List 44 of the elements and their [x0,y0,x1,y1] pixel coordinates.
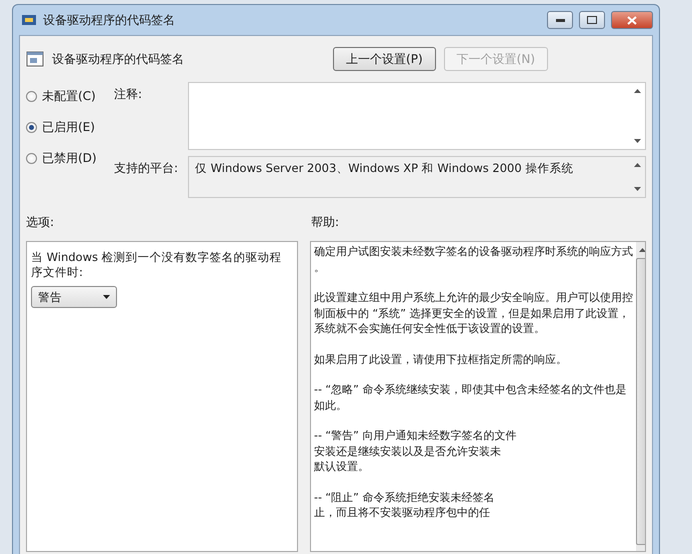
minimize-icon [556,18,564,22]
minimize-button[interactable] [547,11,573,29]
policy-setting-icon [26,50,44,68]
scroll-down-icon[interactable] [634,139,640,143]
previous-setting-button[interactable]: 上一个设置(P) [333,47,436,71]
help-text-line: 确定用户试图安装未经数字签名的设备驱动程序时系统的响应方式 [314,244,633,260]
scrollbar-thumb[interactable] [636,258,645,545]
help-text-line: 默认设置。 [314,459,370,474]
caret-icon [103,295,110,299]
scroll-up-icon[interactable] [634,89,640,93]
help-text-line: 安装还是继续安装以及是否允许安装未 [314,444,502,459]
comment-field[interactable] [188,82,646,150]
options-label: 选项: [26,214,56,231]
help-text-line: 如此。 [314,398,348,413]
radio-button[interactable] [26,153,37,164]
help-text-line: 此设置建立组中用户系统上允许的最少安全响应。用户可以使用控 [314,290,633,306]
radio-button[interactable] [26,91,37,102]
close-icon [627,16,637,24]
platform-field: 仅 Windows Server 2003、Windows XP 和 Windows 2000 操作系统 [188,156,646,198]
radio-option[interactable]: 未配置(C) [26,88,110,105]
scroll-up-icon[interactable] [638,248,645,252]
response-dropdown[interactable]: 警告 [31,286,117,308]
help-text-line: 止，而且将不安装驱动程序包中的任 [314,505,491,520]
platform-label: 支持的平台: [114,160,180,177]
comment-label: 注释: [114,86,144,103]
radio-option[interactable]: 已禁用(D) [26,150,110,167]
help-text-line: -- “阻止” 命令系统拒绝安装未经签名 [314,490,496,505]
radio-option[interactable]: 已启用(E) [26,119,110,136]
help-text-line: -- “忽略” 命令系统继续安装，即使其中包含未经签名的文件也是 [314,382,628,398]
help-text-line: 制面板中的 “系统” 选择更安全的设置，但是如果启用了此设置， [314,306,630,321]
close-button[interactable] [611,11,653,29]
scroll-down-icon[interactable] [634,187,640,191]
radio-button[interactable] [26,122,37,133]
help-text-line: -- “警告” 向用户通知未经数字签名的文件 [314,428,518,444]
help-text-line: 系统就不会实施任何安全性低于该设置的设置。 [314,321,546,336]
window-title: 设备驱动程序的代码签名 [43,12,176,28]
setting-title: 设备驱动程序的代码签名 [52,50,185,68]
help-label: 帮助: [311,214,340,231]
maximize-button[interactable] [579,11,605,29]
maximize-icon [587,16,597,24]
options-prompt: 当 Windows 检测到一个没有数字签名的驱动程序文件时: [31,250,283,280]
scroll-up-icon[interactable] [634,163,640,167]
help-text-line: 。 [314,260,326,275]
help-text-line: 如果启用了此设置，请使用下拉框指定所需的响应。 [314,352,568,367]
